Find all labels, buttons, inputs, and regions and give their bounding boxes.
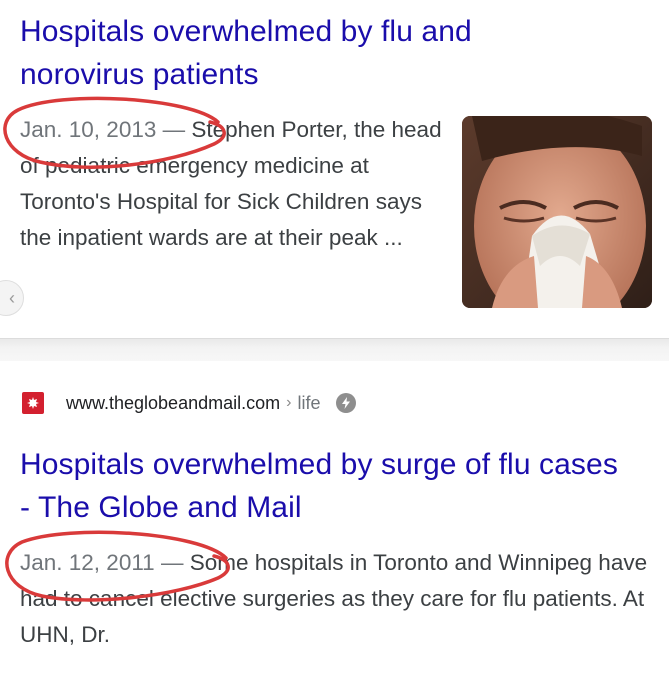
person-sneezing-into-tissue-image <box>462 116 652 308</box>
carousel-previous-button[interactable]: ‹ <box>0 280 24 316</box>
result-2-source[interactable]: www.theglobeandmail.com › life <box>22 389 357 417</box>
result-1-date: Jan. 10, 2013 <box>20 117 157 142</box>
result-2-date: Jan. 12, 2011 <box>20 550 155 575</box>
result-2-url-crumb: life <box>297 392 321 413</box>
results-divider <box>0 338 669 362</box>
result-1-thumbnail[interactable] <box>462 116 652 308</box>
result-2-url: www.theglobeandmail.com <box>66 392 281 413</box>
result-1-title-link[interactable]: Hospitals overwhelmed by flu and norovir… <box>20 15 472 91</box>
globe-and-mail-favicon <box>22 392 44 414</box>
maple-leaf-icon <box>27 397 39 409</box>
result-2-title[interactable]: Hospitals overwhelmed by surge of flu ca… <box>20 443 620 529</box>
result-1-date-separator: — <box>156 117 192 142</box>
breadcrumb-chevron-icon: › <box>286 394 292 411</box>
amp-lightning-icon <box>336 393 357 413</box>
result-2-title-link[interactable]: Hospitals overwhelmed by surge of flu ca… <box>20 448 618 524</box>
result-1-snippet: Jan. 10, 2013 — Stephen Porter, the head… <box>20 112 450 256</box>
result-1-title[interactable]: Hospitals overwhelmed by flu and norovir… <box>20 10 540 96</box>
search-result-1: Hospitals overwhelmed by flu and norovir… <box>0 0 669 338</box>
chevron-left-icon: ‹ <box>9 288 15 308</box>
result-2-date-separator: — <box>154 550 190 575</box>
result-2-snippet: Jan. 12, 2011 — Some hospitals in Toront… <box>20 545 660 653</box>
